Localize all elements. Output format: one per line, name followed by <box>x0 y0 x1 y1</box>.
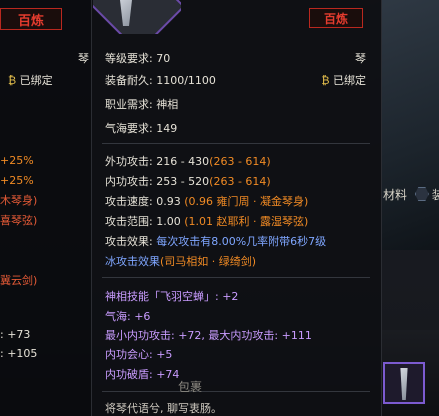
skill-bonus: 神相技能「飞羽空蝉」: +2 <box>105 290 239 303</box>
attack-speed: 攻击速度: 0.93 (0.96 雍门周 · 凝金琴身) <box>105 195 309 208</box>
tier-tag: 百炼 <box>309 8 363 28</box>
lock-icon: ₿ <box>8 74 20 87</box>
sword-icon <box>400 368 408 400</box>
compare-stat-7: : +105 <box>0 347 38 360</box>
compare-stat-5: 冀云剑) <box>0 274 38 287</box>
bag-tabs[interactable]: 材料 装备 <box>383 186 439 203</box>
compare-stat-6: : +73 <box>0 328 31 341</box>
inner-pierce-bonus: 内功破盾: +74 <box>105 368 180 381</box>
inner-crit-bonus: 内功会心: +5 <box>105 348 173 361</box>
bound-status: ₿ 已绑定 <box>321 74 366 87</box>
qihai-bonus: 气海: +6 <box>105 310 151 323</box>
compare-item-type: 琴 <box>78 52 89 65</box>
compare-stat-3: 木琴身) <box>0 194 38 207</box>
inner-attack-bonus: 最小内功攻击: +72, 最大内功攻击: +111 <box>105 329 312 342</box>
inner-attack: 内功攻击: 253 - 520(263 - 614) <box>105 175 271 188</box>
compare-bound: ₿ 已绑定 <box>8 74 53 87</box>
attack-effect: 攻击效果: 每次攻击有8.00%几率附带6秒7级 <box>105 235 327 248</box>
lock-icon: ₿ <box>321 74 333 87</box>
class-requirement: 职业需求: 神相 <box>105 98 179 111</box>
outer-attack: 外功攻击: 216 - 430(263 - 614) <box>105 155 271 168</box>
tab-equip[interactable]: 装备 <box>414 187 439 202</box>
bag-slot-item[interactable] <box>383 362 425 404</box>
item-tooltip: 百炼 琴 ₿ 已绑定 等级要求: 70 装备耐久: 1100/1100 职业需求… <box>91 0 382 416</box>
compare-tooltip-panel: 百炼 琴 ₿ 已绑定 +25% +25% 木琴身) 喜琴弦) 冀云剑) : +7… <box>0 0 92 416</box>
divider <box>102 277 370 278</box>
item-icon-frame <box>93 0 181 34</box>
durability: 装备耐久: 1100/1100 <box>105 74 216 87</box>
flavor-text: 将琴代语兮, 聊写衷肠。 <box>105 402 222 415</box>
attack-effect-cont: 冰攻击效果(司马相如 · 绿绮剑) <box>105 255 257 268</box>
item-icon <box>93 0 181 34</box>
item-type: 琴 <box>355 52 366 65</box>
compare-tier-tag: 百炼 <box>0 8 62 30</box>
compare-stat-2: +25% <box>0 174 34 187</box>
hexagon-icon <box>414 187 429 201</box>
compare-stat-1: +25% <box>0 154 34 167</box>
divider <box>102 143 370 144</box>
level-requirement: 等级要求: 70 <box>105 52 171 65</box>
divider <box>102 391 370 392</box>
compare-stat-4: 喜琴弦) <box>0 214 38 227</box>
tab-material[interactable]: 材料 <box>383 188 407 202</box>
bag-label-behind: 包裹 <box>178 380 203 394</box>
qihai-requirement: 气海要求: 149 <box>105 122 178 135</box>
attack-range: 攻击范围: 1.00 (1.01 赵耶利 · 露湿琴弦) <box>105 215 309 228</box>
